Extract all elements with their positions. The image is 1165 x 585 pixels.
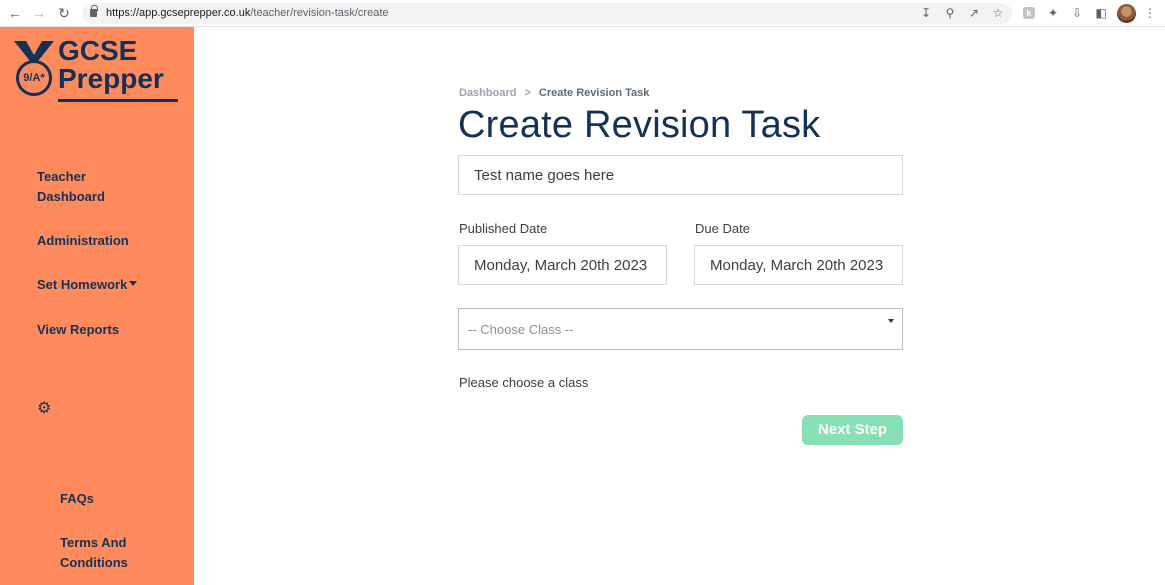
class-hint-text: Please choose a class [459,375,589,390]
next-step-button[interactable]: Next Step [802,415,903,445]
page-title: Create Revision Task [458,104,821,146]
zoom-icon[interactable]: ⚲ [942,5,958,21]
sidebar-item-faqs[interactable]: FAQs [60,489,94,509]
bookmark-star-icon[interactable]: ☆ [990,5,1006,21]
address-bar[interactable]: https://app.gcseprepper.co.uk/teacher/re… [82,3,1012,24]
sidebar-item-administration[interactable]: Administration [37,231,129,251]
breadcrumb-separator: > [524,87,531,99]
menu-dots-icon[interactable]: ⋮ [1142,5,1158,21]
download-icon[interactable]: ⇩ [1069,5,1085,21]
due-date-label: Due Date [695,221,750,236]
sidebar: 9/A* GCSE Prepper Teacher Dashboard Admi… [0,27,194,585]
sidebar-item-set-homework[interactable]: Set Homework [37,275,138,295]
sidebar-item-teacher-dashboard[interactable]: Teacher Dashboard [37,167,105,207]
puzzle-extensions-icon[interactable]: ✦ [1045,5,1061,21]
class-select-value: -- Choose Class -- [468,321,574,337]
test-name-input[interactable]: Test name goes here [458,155,903,195]
published-date-label: Published Date [459,221,548,236]
side-panel-icon[interactable]: ◧ [1093,5,1109,21]
logo-text: GCSE Prepper [58,35,164,94]
breadcrumb-current: Create Revision Task [538,87,650,99]
select-caret-icon [888,319,894,323]
sidebar-item-terms[interactable]: Terms And Conditions [60,533,128,573]
reload-icon[interactable]: ↻ [55,4,73,22]
profile-avatar[interactable] [1117,4,1136,23]
medal-icon: 9/A* [16,60,52,96]
caret-down-icon [129,281,138,287]
gcse-prepper-logo[interactable]: 9/A* GCSE Prepper [14,37,184,107]
due-date-input[interactable]: Monday, March 20th 2023 [694,245,903,285]
browser-toolbar: ← → ↻ https://app.gcseprepper.co.uk/teac… [0,0,1165,27]
install-app-icon[interactable]: ↧ [918,5,934,21]
class-select[interactable]: -- Choose Class -- [458,308,903,350]
lock-icon [90,5,98,17]
url-text: https://app.gcseprepper.co.uk/teacher/re… [106,7,389,19]
sidebar-item-view-reports[interactable]: View Reports [37,320,119,340]
gear-icon[interactable]: ⚙ [37,401,53,417]
logo-underline [58,99,178,102]
share-icon[interactable]: ↗ [966,5,982,21]
forward-arrow-icon[interactable]: → [30,4,48,22]
medal-ribbon-icon [14,41,54,61]
back-arrow-icon[interactable]: ← [6,4,24,22]
breadcrumb-dashboard-link[interactable]: Dashboard [459,87,516,99]
breadcrumb: Dashboard > Create Revision Task [459,87,649,99]
published-date-input[interactable]: Monday, March 20th 2023 [458,245,667,285]
extension-k-icon[interactable]: k [1023,7,1035,19]
